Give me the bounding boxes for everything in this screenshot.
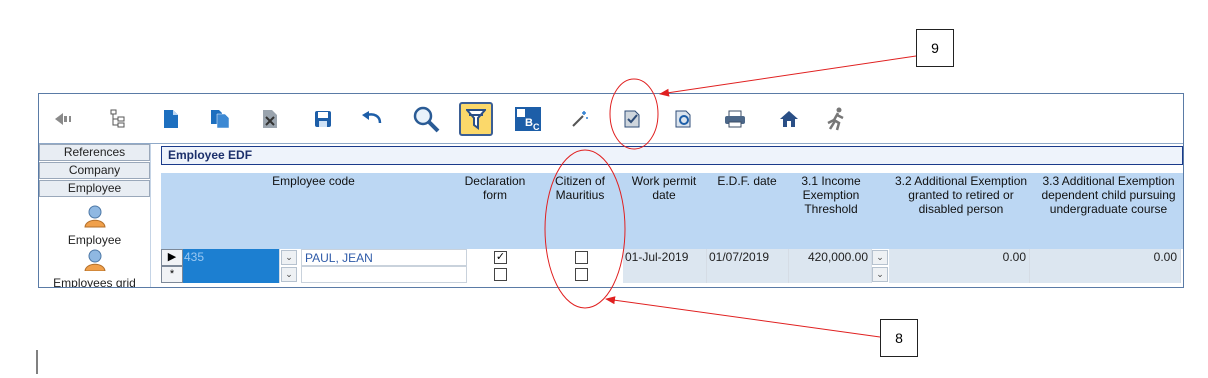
- nav-item-employee[interactable]: Employee: [39, 198, 150, 247]
- header-income-threshold[interactable]: 3.1 Income Exemption Threshold: [791, 173, 871, 249]
- search-icon[interactable]: [411, 104, 441, 134]
- header-work-permit[interactable]: Work permit date: [623, 173, 705, 249]
- header-edf-date[interactable]: E.D.F. date: [706, 173, 788, 249]
- chevron-down-icon[interactable]: ⌄: [281, 250, 297, 265]
- row-selector[interactable]: ▶: [161, 249, 183, 266]
- copy-document-icon[interactable]: [205, 104, 235, 134]
- declaration-form-checkbox[interactable]: ✓: [494, 251, 507, 264]
- person-icon: [83, 205, 106, 228]
- nav-item-employee-label: Employee: [67, 233, 122, 247]
- sort-abc-icon[interactable]: BC: [513, 104, 543, 134]
- svg-text:C: C: [533, 122, 540, 132]
- grid-header: Employee code Declaration form Citizen o…: [161, 173, 1183, 249]
- toolbar: BC: [39, 94, 1183, 144]
- table-row[interactable]: ▶ 435 ⌄ PAUL, JEAN ✓ 01-Jul-2019 01/07/2…: [161, 249, 1183, 266]
- income-threshold-cell[interactable]: 420,000.00: [789, 249, 872, 266]
- tree-icon[interactable]: [103, 104, 133, 134]
- panel-title: Employee EDF: [161, 146, 1183, 165]
- employee-name-cell: [301, 266, 467, 283]
- header-employee-code[interactable]: Employee code: [161, 173, 466, 249]
- person-icon: [83, 249, 106, 272]
- back-icon[interactable]: [49, 104, 79, 134]
- additional-child-cell[interactable]: [1030, 266, 1181, 283]
- main-panel: Employee EDF Employee code Declaration f…: [161, 146, 1183, 287]
- undo-icon[interactable]: [357, 104, 387, 134]
- citizen-checkbox[interactable]: [575, 251, 588, 264]
- chevron-down-icon[interactable]: ⌄: [872, 250, 888, 265]
- print-icon[interactable]: [720, 104, 750, 134]
- employee-code-cell[interactable]: [183, 266, 280, 283]
- employee-code-value: 435: [184, 250, 205, 264]
- chevron-down-icon[interactable]: ⌄: [872, 267, 888, 282]
- work-permit-cell[interactable]: [623, 266, 707, 283]
- filter-icon[interactable]: [459, 102, 493, 136]
- nav-tab-employee[interactable]: Employee: [39, 180, 150, 197]
- edf-date-cell[interactable]: [707, 266, 789, 283]
- table-row[interactable]: * ⌄ ⌄: [161, 266, 1183, 283]
- employee-code-cell[interactable]: 435: [183, 249, 280, 266]
- additional-child-cell[interactable]: 0.00: [1030, 249, 1181, 266]
- delete-document-icon[interactable]: [255, 104, 285, 134]
- exit-runner-icon[interactable]: [821, 104, 851, 134]
- home-icon[interactable]: [774, 104, 804, 134]
- edf-grid: Employee code Declaration form Citizen o…: [161, 173, 1183, 283]
- declaration-icon[interactable]: [617, 104, 647, 134]
- declaration-form-checkbox[interactable]: [494, 268, 507, 281]
- preview-icon[interactable]: [669, 104, 699, 134]
- nav-item-employees-grid-label: Employees grid: [53, 276, 136, 288]
- app-window: BC References Company Employee Employee: [38, 93, 1184, 288]
- additional-retired-cell[interactable]: 0.00: [889, 249, 1030, 266]
- citizen-checkbox[interactable]: [575, 268, 588, 281]
- additional-retired-cell[interactable]: [889, 266, 1030, 283]
- callout-9-label: 9: [916, 29, 954, 67]
- save-icon[interactable]: [308, 104, 338, 134]
- left-nav: References Company Employee Employee Emp…: [39, 144, 151, 288]
- svg-text:B: B: [525, 117, 533, 129]
- chevron-down-icon[interactable]: ⌄: [281, 267, 297, 282]
- income-threshold-cell[interactable]: [789, 266, 872, 283]
- header-declaration-form[interactable]: Declaration form: [461, 173, 529, 249]
- wand-icon[interactable]: [565, 104, 595, 134]
- annotation-arrow-9: [659, 55, 917, 97]
- employee-name-cell: PAUL, JEAN: [301, 249, 467, 266]
- header-additional-retired[interactable]: 3.2 Additional Exemption granted to reti…: [891, 173, 1031, 249]
- nav-tab-references[interactable]: References: [39, 144, 150, 161]
- row-selector[interactable]: *: [161, 266, 183, 283]
- header-citizen[interactable]: Citizen of Mauritius: [546, 173, 614, 249]
- header-additional-child[interactable]: 3.3 Additional Exemption dependent child…: [1036, 173, 1181, 249]
- annotation-arrow-8: [605, 296, 881, 338]
- work-permit-cell[interactable]: 01-Jul-2019: [623, 249, 707, 266]
- edf-date-cell[interactable]: 01/07/2019: [707, 249, 789, 266]
- new-document-icon[interactable]: [156, 104, 186, 134]
- nav-tab-company[interactable]: Company: [39, 162, 150, 179]
- callout-8-label: 8: [880, 319, 918, 357]
- nav-item-employees-grid[interactable]: Employees grid: [39, 247, 150, 288]
